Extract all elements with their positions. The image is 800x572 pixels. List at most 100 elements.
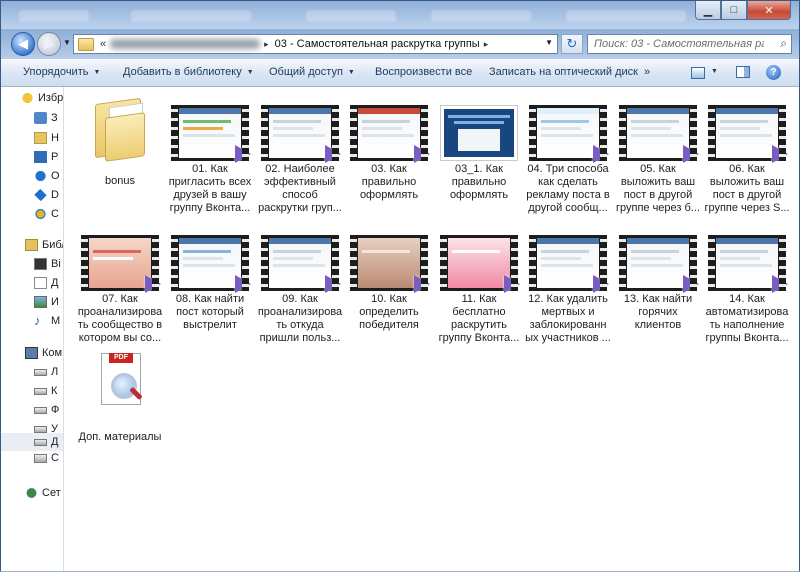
help-button[interactable]: ? xyxy=(766,65,781,80)
video-file[interactable]: 02. Наиболее эффективный способ раскрутк… xyxy=(257,91,343,241)
video-file[interactable]: 10. Как определить победителя xyxy=(346,221,432,349)
video-file[interactable]: 04. Три способа как сделать рекламу пост… xyxy=(525,91,611,241)
search-icon[interactable]: ⌕ xyxy=(780,36,787,51)
more-commands-button[interactable]: » xyxy=(644,66,650,78)
sidebar-item-drive[interactable]: Л xyxy=(34,364,58,380)
chevron-down-icon: ▼ xyxy=(347,69,355,76)
sidebar-item-pictures[interactable]: И xyxy=(34,294,59,310)
sidebar-item-downloads[interactable]: З xyxy=(34,110,58,126)
file-label: 03_1. Как правильно оформлять xyxy=(449,163,509,201)
close-button[interactable]: ✕ xyxy=(747,1,791,20)
address-dropdown-icon[interactable]: ▼ xyxy=(545,38,553,47)
video-file[interactable]: 07. Как проанализирова ть сообщество в к… xyxy=(77,221,163,349)
sidebar-item-video[interactable]: Ві xyxy=(34,256,61,272)
view-dropdown-icon[interactable]: ▼ xyxy=(711,68,718,75)
sidebar-item-favorites[interactable]: Избр xyxy=(21,90,63,106)
preview-pane-icon[interactable] xyxy=(736,66,750,78)
folder-icon xyxy=(95,95,145,162)
forward-button[interactable]: ▶ xyxy=(37,32,61,56)
search-box[interactable]: ⌕ xyxy=(587,34,792,54)
breadcrumb-separator-icon[interactable]: ▸ xyxy=(484,39,489,50)
file-list: bonus 01. Как пригласить всех друзей в в… xyxy=(64,87,799,571)
navigation-bar: ◀ ▶ ▼ « ▸ 03 - Самостоятельная раскрутка… xyxy=(1,29,799,59)
file-label: 05. Как выложить ваш пост в другой групп… xyxy=(615,163,700,214)
video-file[interactable]: 12. Как удалить мертвых и заблокированн … xyxy=(525,221,611,349)
play-icon xyxy=(593,275,609,293)
play-icon xyxy=(593,145,609,163)
play-icon xyxy=(414,275,430,293)
video-file[interactable]: 05. Как выложить ваш пост в другой групп… xyxy=(615,91,701,241)
sidebar-item-dropbox[interactable]: D xyxy=(34,187,59,203)
share-button[interactable]: Общий доступ ▼ xyxy=(269,66,355,78)
sidebar-item-recent[interactable]: Н xyxy=(34,130,59,146)
file-label: 09. Как проанализирова ть откуда пришли … xyxy=(257,293,343,344)
sidebar-item-onedrive[interactable]: О xyxy=(34,168,60,184)
video-thumbnail xyxy=(350,91,430,163)
address-bar[interactable]: « ▸ 03 - Самостоятельная раскрутка групп… xyxy=(73,34,558,54)
play-icon xyxy=(504,275,520,293)
libraries-icon xyxy=(25,239,38,251)
sidebar-item-label: Избр xyxy=(38,92,64,104)
sidebar-item-drive[interactable]: С xyxy=(34,450,59,466)
pdf-file[interactable]: PDF Доп. материалы xyxy=(77,351,163,451)
video-file[interactable]: 11. Как бесплатно раскрутить группу Вкон… xyxy=(436,221,522,349)
sidebar-item-label: О xyxy=(51,170,60,182)
sidebar-item-libraries[interactable]: Библ xyxy=(25,237,63,253)
sidebar-item-drive[interactable]: К xyxy=(34,383,57,399)
sidebar-item-sync[interactable]: С xyxy=(34,206,59,222)
video-file[interactable]: 03. Как правильно оформлять xyxy=(346,91,432,241)
video-file[interactable]: 01. Как пригласить всех друзей в вашу гр… xyxy=(167,91,253,241)
video-thumbnail xyxy=(440,221,520,293)
chevron-down-icon: ▼ xyxy=(246,69,254,76)
refresh-button[interactable]: ↻ xyxy=(561,34,583,54)
sidebar-item-label: З xyxy=(51,112,58,124)
file-label: 02. Наиболее эффективный способ раскрутк… xyxy=(258,163,342,214)
video-thumbnail xyxy=(619,91,699,163)
sidebar-item-music[interactable]: ♪ М xyxy=(34,313,60,329)
drive-icon xyxy=(34,368,47,376)
change-view-icon[interactable] xyxy=(691,67,705,79)
breadcrumb-separator-icon[interactable]: ▸ xyxy=(264,39,269,50)
play-icon xyxy=(325,145,341,163)
address-prefix[interactable]: « xyxy=(100,38,106,50)
sidebar-item-network[interactable]: Сет xyxy=(25,485,61,501)
blurred-path xyxy=(110,39,261,49)
play-icon xyxy=(145,275,161,293)
search-input[interactable] xyxy=(594,36,764,52)
image-file[interactable]: 03_1. Как правильно оформлять xyxy=(436,91,522,241)
play-icon xyxy=(772,275,788,293)
video-file[interactable]: 14. Как автоматизирова ть наполнение гру… xyxy=(704,221,790,349)
title-bar: ▁ □ ✕ xyxy=(1,1,799,29)
file-label: 07. Как проанализирова ть сообщество в к… xyxy=(77,293,163,344)
video-file[interactable]: 06. Как выложить ваш пост в другой групп… xyxy=(704,91,790,241)
sidebar-item-drive-selected[interactable]: Д xyxy=(1,433,63,451)
video-thumbnail xyxy=(529,221,609,293)
sidebar-item-label: И xyxy=(51,296,59,308)
blurred-menu xyxy=(306,10,396,22)
video-file[interactable]: 08. Как найти пост который выстрелит xyxy=(167,221,253,349)
play-icon xyxy=(414,145,430,163)
video-file[interactable]: 13. Как найти горячих клиентов xyxy=(615,221,701,349)
back-button[interactable]: ◀ xyxy=(11,32,35,56)
pictures-library-icon xyxy=(34,296,47,308)
organize-label: Упорядочить xyxy=(23,66,89,78)
sidebar-item-drive[interactable]: Ф xyxy=(34,402,59,418)
sidebar-item-documents[interactable]: Д xyxy=(34,275,58,291)
history-dropdown-icon[interactable]: ▼ xyxy=(63,38,71,47)
video-file[interactable]: 09. Как проанализирова ть откуда пришли … xyxy=(257,221,343,349)
organize-button[interactable]: Упорядочить ▼ xyxy=(23,66,100,78)
downloads-icon xyxy=(34,112,47,124)
minimize-button[interactable]: ▁ xyxy=(695,1,721,20)
add-to-library-button[interactable]: Добавить в библиотеку ▼ xyxy=(123,66,254,78)
video-library-icon xyxy=(34,258,47,270)
file-label: 06. Как выложить ваш пост в другой групп… xyxy=(704,163,790,214)
sidebar-item-desktop[interactable]: Р xyxy=(34,149,58,165)
video-thumbnail xyxy=(261,91,341,163)
maximize-button[interactable]: □ xyxy=(721,1,747,20)
play-all-button[interactable]: Воспроизвести все xyxy=(375,66,472,78)
breadcrumb-current[interactable]: 03 - Самостоятельная раскрутка группы xyxy=(275,38,480,50)
sidebar-item-computer[interactable]: Ком xyxy=(25,345,62,361)
burn-button[interactable]: Записать на оптический диск xyxy=(489,66,638,78)
folder-bonus[interactable]: bonus xyxy=(77,91,163,201)
sidebar-item-label: Сет xyxy=(42,487,61,499)
